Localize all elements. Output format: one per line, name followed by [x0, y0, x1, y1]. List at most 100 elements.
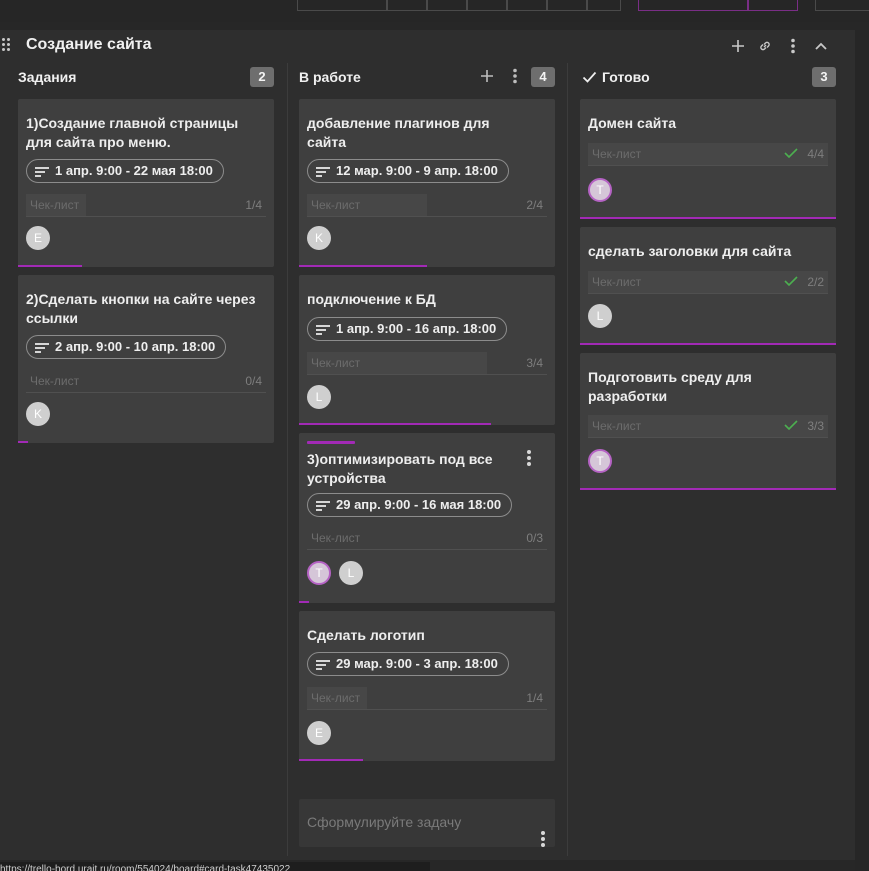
- task-card[interactable]: 1)Создание главной страницы для сайта пр…: [18, 99, 274, 267]
- avatar[interactable]: L: [588, 304, 612, 328]
- toolbar-segment[interactable]: [427, 0, 467, 11]
- check-icon: [784, 148, 798, 158]
- card-title: Сделать логотип: [307, 627, 425, 643]
- avatar[interactable]: E: [307, 721, 331, 745]
- toolbar-segment[interactable]: [748, 0, 798, 11]
- avatar[interactable]: K: [307, 226, 331, 250]
- divider: [26, 216, 266, 217]
- date-text: 1 апр. 9:00 - 22 мая 18:00: [55, 163, 213, 178]
- date-range[interactable]: 1 апр. 9:00 - 22 мая 18:00: [26, 159, 224, 183]
- toolbar-segment[interactable]: [638, 0, 748, 11]
- card-title: 2)Сделать кнопки на сайте через ссылки: [26, 291, 256, 326]
- toolbar-segment[interactable]: [815, 0, 869, 11]
- kebab-icon[interactable]: [541, 831, 545, 847]
- avatar[interactable]: E: [26, 226, 50, 250]
- checklist-count: 2/4: [526, 198, 543, 212]
- checklist-label: Чек-лист: [311, 198, 361, 212]
- column-count: 4: [531, 67, 555, 87]
- chevron-up-icon[interactable]: [812, 37, 830, 55]
- drag-handle-icon[interactable]: [2, 38, 12, 52]
- checklist[interactable]: Чек-лист 2/4: [307, 194, 547, 216]
- avatar[interactable]: T: [588, 178, 612, 202]
- date-range[interactable]: 29 апр. 9:00 - 16 мая 18:00: [307, 493, 513, 517]
- date-text: 2 апр. 9:00 - 10 апр. 18:00: [55, 339, 216, 354]
- checklist[interactable]: Чек-лист 1/4: [26, 194, 266, 216]
- date-range[interactable]: 12 мар. 9:00 - 9 апр. 18:00: [307, 159, 509, 183]
- plus-icon[interactable]: [729, 37, 747, 55]
- window-edge: [855, 30, 869, 871]
- link-icon[interactable]: [756, 37, 774, 55]
- kebab-icon[interactable]: [506, 67, 524, 85]
- checklist-label: Чек-лист: [311, 356, 361, 370]
- checklist[interactable]: Чек-лист 3/3: [588, 415, 828, 437]
- column-title: Готово: [602, 69, 650, 85]
- checklist[interactable]: Чек-лист 0/3: [307, 527, 547, 549]
- column-divider: [567, 63, 568, 856]
- checklist[interactable]: Чек-лист 4/4: [588, 143, 828, 165]
- top-toolbar: [0, 0, 869, 22]
- task-card[interactable]: 3)оптимизировать под все устройства 29 а…: [299, 433, 555, 603]
- avatar[interactable]: T: [588, 449, 612, 473]
- divider: [588, 293, 828, 294]
- toolbar-segment[interactable]: [587, 0, 621, 11]
- plus-icon[interactable]: [478, 67, 496, 85]
- toolbar-segment[interactable]: [297, 0, 387, 11]
- progress-bar: [580, 343, 836, 345]
- card-title: добавление плагинов для сайта: [307, 115, 490, 150]
- divider: [307, 216, 547, 217]
- column-title: Задания: [18, 69, 77, 85]
- avatar[interactable]: K: [26, 402, 50, 426]
- card-title: сделать заголовки для сайта: [588, 243, 792, 259]
- task-card[interactable]: 2)Сделать кнопки на сайте через ссылки 2…: [18, 275, 274, 443]
- checklist[interactable]: Чек-лист 2/2: [588, 271, 828, 293]
- task-card[interactable]: Сделать логотип 29 мар. 9:00 - 3 апр. 18…: [299, 611, 555, 761]
- column-title: В работе: [299, 69, 361, 85]
- checklist-count: 0/4: [245, 374, 262, 388]
- date-range-icon: [316, 167, 330, 177]
- kebab-icon[interactable]: [527, 450, 531, 466]
- date-range-icon: [316, 325, 330, 335]
- card-title: 3)оптимизировать под все устройства: [307, 451, 493, 486]
- task-card[interactable]: Домен сайта Чек-лист 4/4 T: [580, 99, 836, 219]
- date-text: 29 апр. 9:00 - 16 мая 18:00: [336, 497, 502, 512]
- date-text: 12 мар. 9:00 - 9 апр. 18:00: [336, 163, 498, 178]
- avatar[interactable]: T: [307, 561, 331, 585]
- toolbar-segment[interactable]: [547, 0, 587, 11]
- divider: [307, 374, 547, 375]
- toolbar-segment[interactable]: [467, 0, 507, 11]
- progress-bar: [299, 423, 491, 425]
- new-task-input[interactable]: Сформулируйте задачу: [299, 799, 555, 847]
- checklist[interactable]: Чек-лист 3/4: [307, 352, 547, 374]
- progress-bar: [580, 217, 836, 219]
- divider: [588, 165, 828, 166]
- checklist-count: 4/4: [807, 147, 824, 161]
- toolbar-segment[interactable]: [387, 0, 427, 11]
- date-range[interactable]: 29 мар. 9:00 - 3 апр. 18:00: [307, 652, 509, 676]
- checklist[interactable]: Чек-лист 1/4: [307, 687, 547, 709]
- avatar[interactable]: L: [339, 561, 363, 585]
- board-title: Создание сайта: [26, 36, 152, 53]
- checklist-count: 2/2: [807, 275, 824, 289]
- checklist-label: Чек-лист: [592, 275, 642, 289]
- kebab-icon[interactable]: [784, 37, 802, 55]
- column-count: 2: [250, 67, 274, 87]
- task-card[interactable]: подключение к БД 1 апр. 9:00 - 16 апр. 1…: [299, 275, 555, 425]
- date-range[interactable]: 1 апр. 9:00 - 16 апр. 18:00: [307, 317, 508, 341]
- task-card[interactable]: сделать заголовки для сайта Чек-лист 2/2…: [580, 227, 836, 345]
- priority-bar: [307, 441, 355, 444]
- checklist[interactable]: Чек-лист 0/4: [26, 370, 266, 392]
- toolbar-segment[interactable]: [507, 0, 547, 11]
- task-card[interactable]: Подготовить среду для разработки Чек-лис…: [580, 353, 836, 490]
- date-range[interactable]: 2 апр. 9:00 - 10 апр. 18:00: [26, 335, 227, 359]
- check-icon: [784, 420, 798, 430]
- checklist-label: Чек-лист: [311, 531, 361, 545]
- date-range-icon: [35, 167, 49, 177]
- divider: [307, 549, 547, 550]
- task-card[interactable]: добавление плагинов для сайта 12 мар. 9:…: [299, 99, 555, 267]
- checklist-count: 3/4: [526, 356, 543, 370]
- divider: [26, 392, 266, 393]
- checklist-count: 1/4: [526, 691, 543, 705]
- progress-bar: [299, 601, 309, 603]
- avatar[interactable]: L: [307, 385, 331, 409]
- board-header: Создание сайта: [0, 30, 855, 62]
